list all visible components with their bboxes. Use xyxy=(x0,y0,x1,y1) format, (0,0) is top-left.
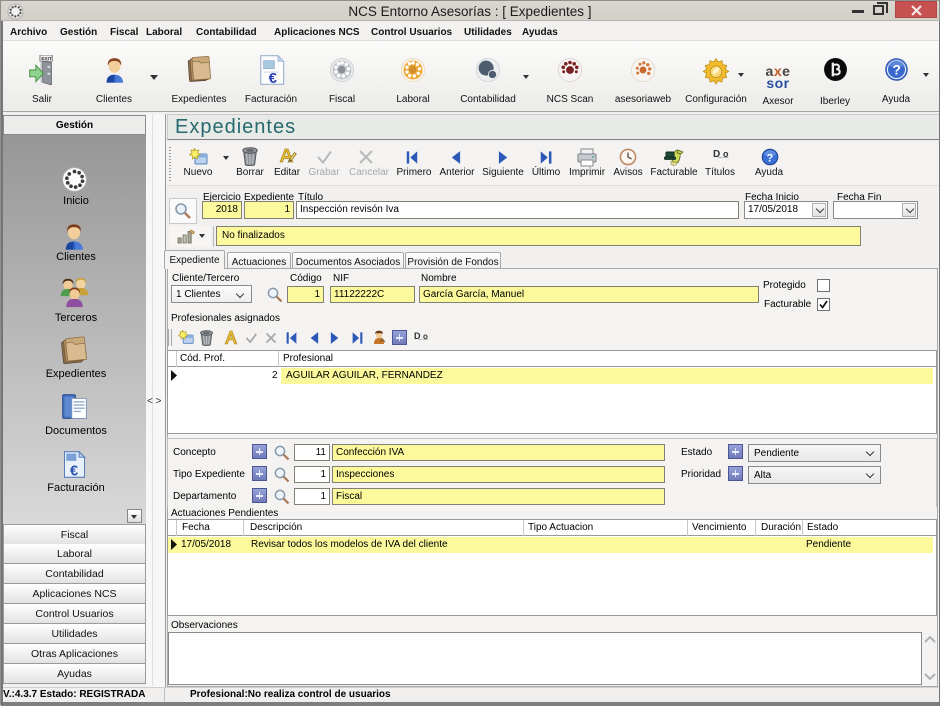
svg-text:€: € xyxy=(268,70,277,85)
svg-text:?: ? xyxy=(893,63,901,78)
svg-text:?: ? xyxy=(767,153,774,165)
svg-text:€: € xyxy=(69,463,77,479)
